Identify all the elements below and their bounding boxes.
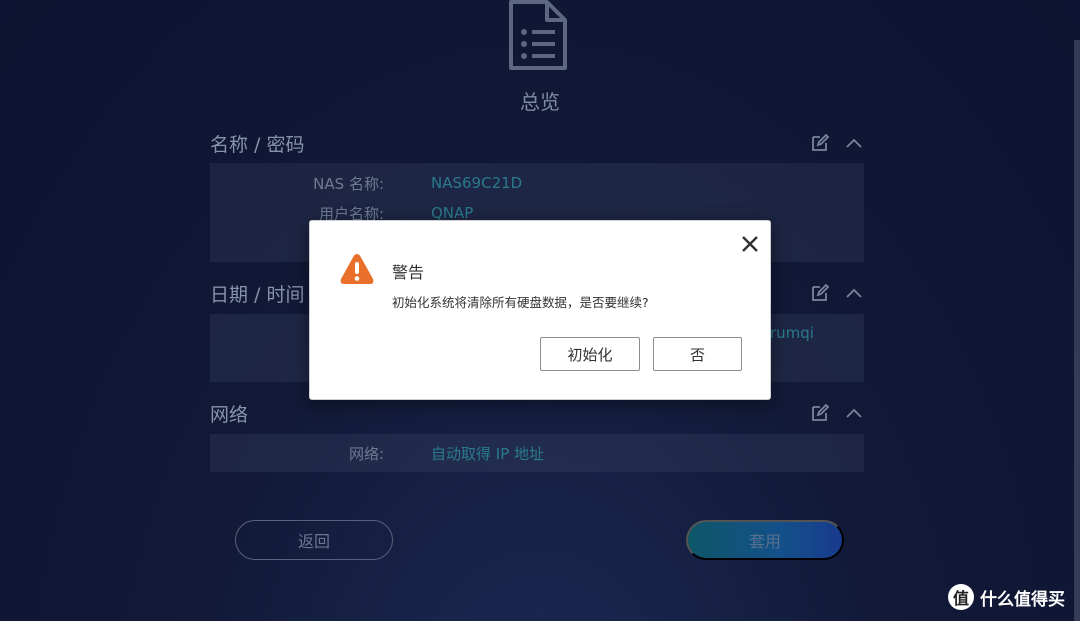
brand-logo-icon: 值 [948,584,974,610]
section-header-name-password: 名称 / 密码 [210,128,864,158]
edit-icon[interactable] [810,403,830,423]
watermark: 值 什么值得买 [948,584,1065,610]
field-value: 自动取得 IP 地址 [431,444,545,463]
section-body-network: 网络: 自动取得 IP 地址 [210,434,864,472]
dialog-title: 警告 [392,263,425,282]
warning-icon [340,254,374,284]
warning-dialog: 警告 初始化系统将清除所有硬盘数据，是否要继续? 初始化 否 [309,220,771,400]
document-list-icon [509,0,567,70]
field-label: NAS 名称: [313,174,384,193]
apply-button[interactable]: 套用 [686,520,844,560]
close-icon[interactable] [738,232,762,256]
section-title: 网络 [210,403,249,426]
edit-icon[interactable] [810,283,830,303]
page-title: 总览 [520,90,560,114]
edit-icon[interactable] [810,133,830,153]
info-row: 网络: 自动取得 IP 地址 [210,438,864,468]
timezone-value: rumqi [770,324,814,342]
brand-text: 什么值得买 [980,589,1065,610]
no-button[interactable]: 否 [653,337,742,371]
scrollbar[interactable] [1074,40,1080,621]
field-value: NAS69C21D [431,174,523,192]
dialog-message: 初始化系统将清除所有硬盘数据，是否要继续? [392,295,649,310]
chevron-up-icon[interactable] [844,133,864,153]
field-label: 网络: [348,444,384,463]
chevron-up-icon[interactable] [844,283,864,303]
initialize-button[interactable]: 初始化 [540,337,640,371]
section-header-network: 网络 [210,398,864,428]
section-title: 名称 / 密码 [210,133,305,156]
back-button[interactable]: 返回 [235,520,393,560]
chevron-up-icon[interactable] [844,403,864,423]
info-row: NAS 名称: NAS69C21D [210,168,864,198]
